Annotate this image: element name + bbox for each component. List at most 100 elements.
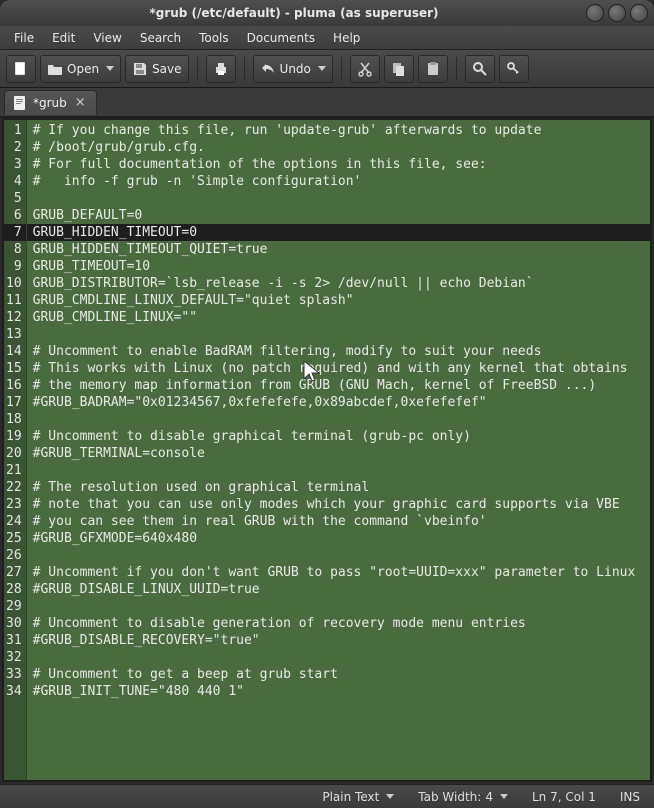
code-line[interactable]: # you can see them in real GRUB with the… — [33, 513, 644, 530]
code-line[interactable]: #GRUB_DISABLE_RECOVERY="true" — [33, 632, 644, 649]
find-replace-button[interactable] — [499, 55, 529, 83]
code-line[interactable]: # For full documentation of the options … — [33, 156, 644, 173]
save-button[interactable]: Save — [125, 55, 188, 83]
gutter-line: 26 — [6, 547, 22, 564]
code-line[interactable]: GRUB_TIMEOUT=10 — [33, 258, 644, 275]
open-label: Open — [67, 62, 99, 76]
code-line[interactable]: # If you change this file, run 'update-g… — [33, 122, 644, 139]
code-line[interactable]: #GRUB_GFXMODE=640x480 — [33, 530, 644, 547]
toolbar-separator — [341, 57, 342, 81]
status-position: Ln 7, Col 1 — [526, 788, 602, 806]
code-line[interactable] — [33, 190, 644, 207]
toolbar-separator — [456, 57, 457, 81]
toolbar: Open Save Undo — [0, 50, 654, 88]
code-line[interactable] — [33, 462, 644, 479]
code-line[interactable] — [33, 547, 644, 564]
gutter-line: 16 — [6, 377, 22, 394]
code-line[interactable]: # The resolution used on graphical termi… — [33, 479, 644, 496]
gutter-line: 3 — [6, 156, 22, 173]
code-line[interactable]: #GRUB_BADRAM="0x01234567,0xfefefefe,0x89… — [33, 394, 644, 411]
paste-button[interactable] — [418, 55, 448, 83]
status-language[interactable]: Plain Text — [316, 788, 400, 806]
code-line[interactable]: #GRUB_DISABLE_LINUX_UUID=true — [33, 581, 644, 598]
gutter-line: 18 — [6, 411, 22, 428]
gutter-line: 31 — [6, 632, 22, 649]
titlebar: *grub (/etc/default) - pluma (as superus… — [0, 0, 654, 26]
code-line[interactable]: GRUB_DISTRIBUTOR=`lsb_release -i -s 2> /… — [33, 275, 644, 292]
code-line[interactable]: # Uncomment to get a beep at grub start — [33, 666, 644, 683]
menu-edit[interactable]: Edit — [44, 29, 83, 47]
code-line[interactable]: # /boot/grub/grub.cfg. — [33, 139, 644, 156]
cut-icon — [357, 61, 373, 77]
code-line[interactable]: GRUB_CMDLINE_LINUX="" — [33, 309, 644, 326]
code-line[interactable] — [33, 649, 644, 666]
copy-button[interactable] — [384, 55, 414, 83]
chevron-down-icon — [318, 66, 326, 71]
tab-label: *grub — [33, 96, 67, 110]
menu-search[interactable]: Search — [132, 29, 189, 47]
code-line[interactable]: # Uncomment to enable BadRAM filtering, … — [33, 343, 644, 360]
code-line[interactable]: # Uncomment to disable generation of rec… — [33, 615, 644, 632]
gutter-line: 27 — [6, 564, 22, 581]
gutter-line: 4 — [6, 173, 22, 190]
chevron-down-icon — [386, 794, 394, 799]
gutter-line: 7 — [4, 224, 26, 241]
code-line[interactable]: # the memory map information from GRUB (… — [33, 377, 644, 394]
code-line[interactable]: GRUB_DEFAULT=0 — [33, 207, 644, 224]
toolbar-separator — [197, 57, 198, 81]
cut-button[interactable] — [350, 55, 380, 83]
status-insert-mode[interactable]: INS — [614, 788, 646, 806]
undo-button[interactable]: Undo — [253, 55, 333, 83]
paste-icon — [425, 61, 441, 77]
gutter-line: 5 — [6, 190, 22, 207]
editor-frame: 1234567891011121314151617181920212223242… — [2, 118, 652, 782]
menubar: File Edit View Search Tools Documents He… — [0, 26, 654, 50]
gutter-line: 12 — [6, 309, 22, 326]
print-icon — [213, 61, 229, 77]
code-line[interactable]: #GRUB_INIT_TUNE="480 440 1" — [33, 683, 644, 700]
menu-help[interactable]: Help — [325, 29, 368, 47]
menu-documents[interactable]: Documents — [239, 29, 323, 47]
gutter-line: 2 — [6, 139, 22, 156]
code-line[interactable]: # note that you can use only modes which… — [33, 496, 644, 513]
gutter-line: 10 — [6, 275, 22, 292]
editor[interactable]: 1234567891011121314151617181920212223242… — [4, 120, 650, 780]
code-line[interactable]: GRUB_HIDDEN_TIMEOUT=0 — [27, 224, 650, 241]
tabbar: *grub × — [0, 88, 654, 118]
code-line[interactable]: GRUB_CMDLINE_LINUX_DEFAULT="quiet splash… — [33, 292, 644, 309]
menu-view[interactable]: View — [85, 29, 129, 47]
gutter-line: 32 — [6, 649, 22, 666]
print-button[interactable] — [206, 55, 236, 83]
code-area[interactable]: # If you change this file, run 'update-g… — [27, 120, 650, 780]
undo-icon — [260, 61, 276, 77]
menu-tools[interactable]: Tools — [191, 29, 237, 47]
code-line[interactable] — [33, 598, 644, 615]
code-line[interactable] — [33, 411, 644, 428]
code-line[interactable]: # Uncomment if you don't want GRUB to pa… — [33, 564, 644, 581]
minimize-button[interactable] — [586, 4, 604, 22]
gutter-line: 34 — [6, 683, 22, 700]
gutter-line: 21 — [6, 462, 22, 479]
code-line[interactable]: GRUB_HIDDEN_TIMEOUT_QUIET=true — [33, 241, 644, 258]
gutter-line: 19 — [6, 428, 22, 445]
tab-grub[interactable]: *grub × — [4, 90, 97, 115]
gutter-line: 6 — [6, 207, 22, 224]
document-icon — [13, 95, 27, 111]
new-document-button[interactable] — [6, 55, 36, 83]
status-tab-width[interactable]: Tab Width: 4 — [412, 788, 514, 806]
code-line[interactable]: # Uncomment to disable graphical termina… — [33, 428, 644, 445]
close-button[interactable] — [630, 4, 648, 22]
code-line[interactable]: #GRUB_TERMINAL=console — [33, 445, 644, 462]
gutter-line: 9 — [6, 258, 22, 275]
open-button[interactable]: Open — [40, 55, 121, 83]
code-line[interactable]: # info -f grub -n 'Simple configuration' — [33, 173, 644, 190]
code-line[interactable] — [33, 326, 644, 343]
gutter-line: 20 — [6, 445, 22, 462]
find-button[interactable] — [465, 55, 495, 83]
window-title: *grub (/etc/default) - pluma (as superus… — [6, 6, 582, 20]
maximize-button[interactable] — [608, 4, 626, 22]
code-line[interactable]: # This works with Linux (no patch requir… — [33, 360, 644, 377]
gutter-line: 33 — [6, 666, 22, 683]
menu-file[interactable]: File — [6, 29, 42, 47]
close-tab-button[interactable]: × — [73, 95, 88, 110]
